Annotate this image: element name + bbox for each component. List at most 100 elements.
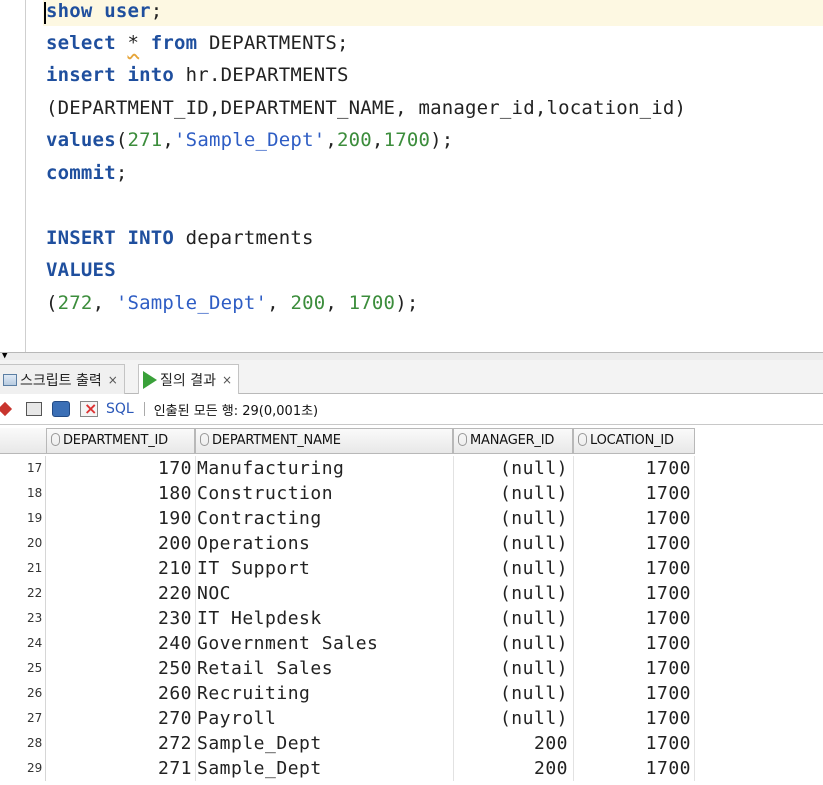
- cell-location-id[interactable]: 1700: [573, 706, 693, 731]
- cell-department-id[interactable]: 220: [46, 581, 194, 606]
- sort-icon[interactable]: [200, 433, 209, 446]
- cell-department-id[interactable]: 272: [46, 731, 194, 756]
- sql-text: hr.DEPARTMENTS: [174, 64, 349, 86]
- close-icon[interactable]: ×: [108, 373, 118, 387]
- sql-text: );: [395, 292, 419, 314]
- table-row[interactable]: 29 271 Sample_Dept 200 1700: [0, 756, 823, 781]
- cell-manager-id[interactable]: (null): [453, 456, 570, 481]
- cell-department-id[interactable]: 240: [46, 631, 194, 656]
- cell-department-id[interactable]: 250: [46, 656, 194, 681]
- cell-department-name[interactable]: Construction: [197, 481, 452, 506]
- cell-department-name[interactable]: Recruiting: [197, 681, 452, 706]
- table-row[interactable]: 25 250 Retail Sales (null) 1700: [0, 656, 823, 681]
- cell-location-id[interactable]: 1700: [573, 456, 693, 481]
- table-row[interactable]: 24 240 Government Sales (null) 1700: [0, 631, 823, 656]
- table-row[interactable]: 28 272 Sample_Dept 200 1700: [0, 731, 823, 756]
- table-row[interactable]: 27 270 Payroll (null) 1700: [0, 706, 823, 731]
- sql-button[interactable]: SQL: [106, 401, 134, 417]
- cell-location-id[interactable]: 1700: [573, 531, 693, 556]
- refresh-icon[interactable]: [52, 401, 70, 417]
- pin-icon[interactable]: [0, 401, 13, 417]
- col-header-department-id[interactable]: DEPARTMENT_ID: [46, 428, 195, 454]
- cell-department-name[interactable]: Sample_Dept: [197, 756, 452, 781]
- code-line[interactable]: insert into hr.DEPARTMENTS: [46, 59, 349, 91]
- sql-text: (DEPARTMENT_ID,DEPARTMENT_NAME, manager_…: [46, 97, 687, 119]
- table-row[interactable]: 19 190 Contracting (null) 1700: [0, 506, 823, 531]
- sql-text: ,: [371, 129, 384, 151]
- cell-location-id[interactable]: 1700: [573, 681, 693, 706]
- cell-department-name[interactable]: IT Support: [197, 556, 452, 581]
- sql-editor[interactable]: show user; select * from DEPARTMENTS; inse…: [0, 0, 823, 352]
- cell-department-name[interactable]: IT Helpdesk: [197, 606, 452, 631]
- col-header-location-id[interactable]: LOCATION_ID: [573, 428, 695, 454]
- cell-department-name[interactable]: Contracting: [197, 506, 452, 531]
- table-row[interactable]: 21 210 IT Support (null) 1700: [0, 556, 823, 581]
- cell-location-id[interactable]: 1700: [573, 631, 693, 656]
- table-row[interactable]: 23 230 IT Helpdesk (null) 1700: [0, 606, 823, 631]
- cell-department-id[interactable]: 170: [46, 456, 194, 481]
- cell-manager-id[interactable]: (null): [453, 531, 570, 556]
- cell-manager-id[interactable]: (null): [453, 606, 570, 631]
- row-number: 19: [0, 506, 46, 531]
- cell-location-id[interactable]: 1700: [573, 481, 693, 506]
- sql-cancel-icon[interactable]: [80, 399, 98, 418]
- cell-manager-id[interactable]: (null): [453, 581, 570, 606]
- code-line[interactable]: (DEPARTMENT_ID,DEPARTMENT_NAME, manager_…: [46, 92, 686, 124]
- tab-script-output[interactable]: 스크립트 출력 ×: [0, 364, 125, 394]
- sort-icon[interactable]: [51, 433, 60, 446]
- table-row[interactable]: 22 220 NOC (null) 1700: [0, 581, 823, 606]
- table-row[interactable]: 18 180 Construction (null) 1700: [0, 481, 823, 506]
- cell-department-name[interactable]: Payroll: [197, 706, 452, 731]
- pane-splitter[interactable]: ▼: [0, 352, 823, 361]
- cell-department-id[interactable]: 180: [46, 481, 194, 506]
- code-line[interactable]: values(271,'Sample_Dept',200,1700);: [46, 124, 453, 156]
- cell-location-id[interactable]: 1700: [573, 656, 693, 681]
- print-icon[interactable]: [26, 402, 42, 416]
- cell-location-id[interactable]: 1700: [573, 756, 693, 781]
- result-grid[interactable]: DEPARTMENT_ID DEPARTMENT_NAME MANAGER_ID…: [0, 424, 823, 785]
- sort-icon[interactable]: [578, 433, 587, 446]
- cell-manager-id[interactable]: (null): [453, 706, 570, 731]
- table-row[interactable]: 26 260 Recruiting (null) 1700: [0, 681, 823, 706]
- cell-manager-id[interactable]: (null): [453, 681, 570, 706]
- cell-manager-id[interactable]: (null): [453, 631, 570, 656]
- cell-manager-id[interactable]: (null): [453, 656, 570, 681]
- cell-manager-id[interactable]: (null): [453, 556, 570, 581]
- code-line[interactable]: INSERT INTO departments: [46, 222, 314, 254]
- cell-department-id[interactable]: 200: [46, 531, 194, 556]
- code-line[interactable]: (272, 'Sample_Dept', 200, 1700);: [46, 287, 418, 319]
- code-line[interactable]: commit;: [46, 157, 127, 189]
- cell-department-id[interactable]: 270: [46, 706, 194, 731]
- cell-location-id[interactable]: 1700: [573, 581, 693, 606]
- col-header-department-name[interactable]: DEPARTMENT_NAME: [195, 428, 453, 454]
- cell-location-id[interactable]: 1700: [573, 556, 693, 581]
- cell-manager-id[interactable]: 200: [453, 756, 570, 781]
- cell-department-id[interactable]: 230: [46, 606, 194, 631]
- cell-department-name[interactable]: Government Sales: [197, 631, 452, 656]
- cell-manager-id[interactable]: (null): [453, 506, 570, 531]
- cell-department-name[interactable]: Operations: [197, 531, 452, 556]
- cell-manager-id[interactable]: (null): [453, 481, 570, 506]
- sort-icon[interactable]: [458, 433, 467, 446]
- cell-manager-id[interactable]: 200: [453, 731, 570, 756]
- code-line[interactable]: show user;: [46, 0, 162, 27]
- table-row[interactable]: 20 200 Operations (null) 1700: [0, 531, 823, 556]
- grid-rows: 17 170 Manufacturing (null) 1700 18 180 Constru…: [0, 456, 823, 781]
- col-header-manager-id[interactable]: MANAGER_ID: [453, 428, 573, 454]
- cell-location-id[interactable]: 1700: [573, 606, 693, 631]
- tab-query-result[interactable]: 질의 결과 ×: [138, 364, 240, 395]
- cell-location-id[interactable]: 1700: [573, 731, 693, 756]
- cell-department-id[interactable]: 210: [46, 556, 194, 581]
- table-row[interactable]: 17 170 Manufacturing (null) 1700: [0, 456, 823, 481]
- cell-department-id[interactable]: 190: [46, 506, 194, 531]
- cell-department-name[interactable]: Manufacturing: [197, 456, 452, 481]
- close-icon[interactable]: ×: [222, 373, 232, 387]
- cell-department-id[interactable]: 271: [46, 756, 194, 781]
- cell-department-name[interactable]: NOC: [197, 581, 452, 606]
- cell-department-name[interactable]: Retail Sales: [197, 656, 452, 681]
- code-line[interactable]: select * from DEPARTMENTS;: [46, 27, 349, 59]
- code-line[interactable]: VALUES: [46, 254, 116, 286]
- cell-department-id[interactable]: 260: [46, 681, 194, 706]
- cell-location-id[interactable]: 1700: [573, 506, 693, 531]
- cell-department-name[interactable]: Sample_Dept: [197, 731, 452, 756]
